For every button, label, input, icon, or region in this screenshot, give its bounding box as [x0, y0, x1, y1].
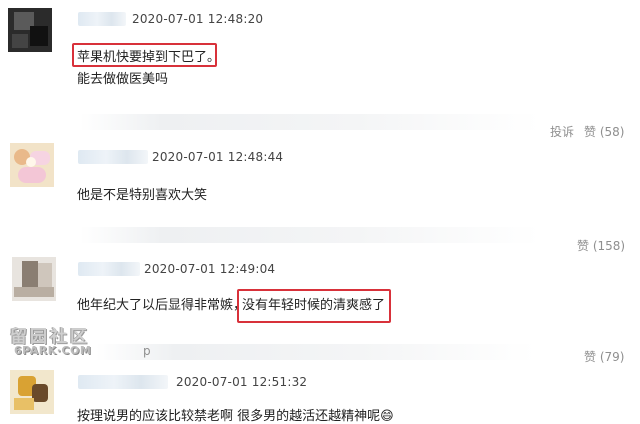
like-label: 赞	[584, 350, 597, 364]
like-label: 赞	[577, 239, 590, 253]
comment-text: 苹果机快要掉到下巴了。	[77, 50, 221, 65]
comment-timestamp: 2020-07-01 12:51:32	[176, 375, 308, 389]
partial-username: p	[143, 344, 151, 358]
avatar[interactable]	[12, 257, 56, 301]
comment-text-highlight: 没有年轻时候的清爽感了	[242, 298, 386, 313]
like-count: (158)	[592, 239, 626, 253]
username-blurred[interactable]	[78, 12, 126, 26]
like-link[interactable]: 赞 (158)	[577, 237, 625, 254]
comment-divider-blur	[80, 114, 540, 130]
report-link[interactable]: 投诉	[550, 123, 574, 140]
watermark-text: 6PARK·COM	[14, 344, 92, 357]
avatar[interactable]	[8, 8, 52, 52]
comment-timestamp: 2020-07-01 12:48:20	[132, 12, 264, 26]
like-label: 赞	[584, 125, 597, 139]
like-count: (58)	[599, 125, 625, 139]
like-link[interactable]: 赞 (58)	[584, 123, 624, 140]
username-blurred[interactable]	[78, 150, 148, 164]
like-count: (79)	[599, 350, 625, 364]
comment-text: 他年纪大了以后显得非常嫉，	[77, 298, 247, 313]
comment-divider-blur	[96, 344, 536, 360]
comment-timestamp: 2020-07-01 12:48:44	[152, 150, 284, 164]
comment-text: 按理说男的应该比较禁老啊 很多男的越活还越精神呢😄	[77, 409, 394, 424]
comment-divider-blur	[80, 227, 540, 243]
username-blurred[interactable]	[78, 262, 140, 276]
avatar[interactable]	[10, 143, 54, 187]
comment-text: 能去做做医美吗	[77, 72, 169, 87]
comment-text: 他是不是特别喜欢大笑	[77, 188, 208, 203]
avatar[interactable]	[10, 370, 54, 414]
username-blurred[interactable]	[78, 375, 168, 389]
comment-timestamp: 2020-07-01 12:49:04	[144, 262, 276, 276]
like-link[interactable]: 赞 (79)	[584, 348, 624, 365]
